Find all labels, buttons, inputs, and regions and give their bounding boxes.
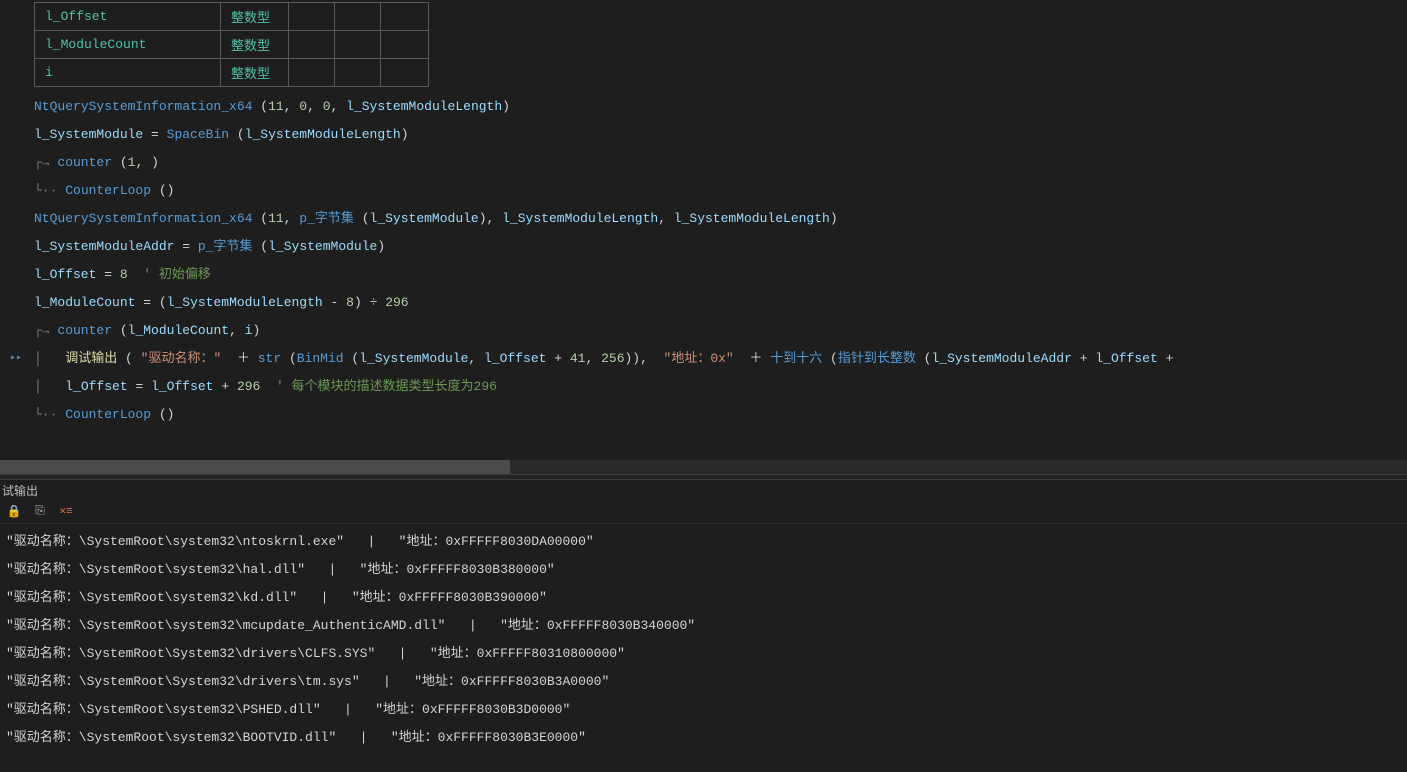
code-line[interactable]: └·· CounterLoop () [0, 177, 1407, 205]
var-empty-cell [335, 3, 381, 31]
code-line[interactable]: l_Offset = 8 ' 初始偏移 [0, 261, 1407, 289]
var-empty-cell [381, 3, 429, 31]
lock-icon[interactable]: 🔒 [6, 503, 22, 519]
code-editor[interactable]: l_Offset 整数型 l_ModuleCount 整数型 i 整数型 NtQ… [0, 0, 1407, 460]
copy-icon[interactable]: ⎘ [32, 503, 48, 519]
variable-table: l_Offset 整数型 l_ModuleCount 整数型 i 整数型 [34, 2, 429, 87]
table-row: l_ModuleCount 整数型 [35, 31, 429, 59]
debug-output-panel: 试输出 🔒 ⎘ ✕≡ "驱动名称：\SystemRoot\system32\nt… [0, 480, 1407, 772]
table-row: i 整数型 [35, 59, 429, 87]
scrollbar-thumb[interactable] [0, 460, 510, 474]
code-line[interactable]: l_SystemModuleAddr = p_字节集 (l_SystemModu… [0, 233, 1407, 261]
output-log[interactable]: "驱动名称：\SystemRoot\system32\ntoskrnl.exe"… [0, 524, 1407, 756]
var-type-cell: 整数型 [221, 3, 289, 31]
var-name-cell: l_Offset [35, 3, 221, 31]
code-line[interactable]: ┌→ counter (l_ModuleCount, i) [0, 317, 1407, 345]
output-line: "驱动名称：\SystemRoot\System32\drivers\CLFS.… [6, 640, 1401, 668]
code-line[interactable]: NtQuerySystemInformation_x64 (11, 0, 0, … [0, 93, 1407, 121]
var-empty-cell [289, 3, 335, 31]
code-line[interactable]: l_SystemModule = SpaceBin (l_SystemModul… [0, 121, 1407, 149]
clear-icon[interactable]: ✕≡ [58, 503, 74, 519]
output-line: "驱动名称：\SystemRoot\system32\PSHED.dll" | … [6, 696, 1401, 724]
output-line: "驱动名称：\SystemRoot\system32\hal.dll" | "地… [6, 556, 1401, 584]
var-type-cell: 整数型 [221, 59, 289, 87]
code-line[interactable]: NtQuerySystemInformation_x64 (11, p_字节集 … [0, 205, 1407, 233]
output-toolbar: 🔒 ⎘ ✕≡ [0, 499, 1407, 524]
output-line: "驱动名称：\SystemRoot\system32\kd.dll" | "地址… [6, 584, 1401, 612]
code-line[interactable]: l_ModuleCount = (l_SystemModuleLength - … [0, 289, 1407, 317]
var-name-cell: l_ModuleCount [35, 31, 221, 59]
code-line[interactable]: ▸▸│ 调试输出 ( "驱动名称：" ＋ str (BinMid (l_Syst… [0, 345, 1407, 373]
breakpoint-icon[interactable]: ▸▸ [10, 345, 22, 373]
output-line: "驱动名称：\SystemRoot\system32\mcupdate_Auth… [6, 612, 1401, 640]
output-line: "驱动名称：\SystemRoot\system32\BOOTVID.dll" … [6, 724, 1401, 752]
var-type-cell: 整数型 [221, 31, 289, 59]
output-line: "驱动名称：\SystemRoot\System32\drivers\tm.sy… [6, 668, 1401, 696]
output-line: "驱动名称：\SystemRoot\system32\ntoskrnl.exe"… [6, 528, 1401, 556]
var-name-cell: i [35, 59, 221, 87]
panel-title: 试输出 [0, 480, 1407, 499]
code-line[interactable]: │ l_Offset = l_Offset + 296 ' 每个模块的描述数据类… [0, 373, 1407, 401]
horizontal-scrollbar[interactable] [0, 460, 1407, 474]
code-line[interactable]: └·· CounterLoop () [0, 401, 1407, 429]
table-row: l_Offset 整数型 [35, 3, 429, 31]
code-line[interactable]: ┌→ counter (1, ) [0, 149, 1407, 177]
